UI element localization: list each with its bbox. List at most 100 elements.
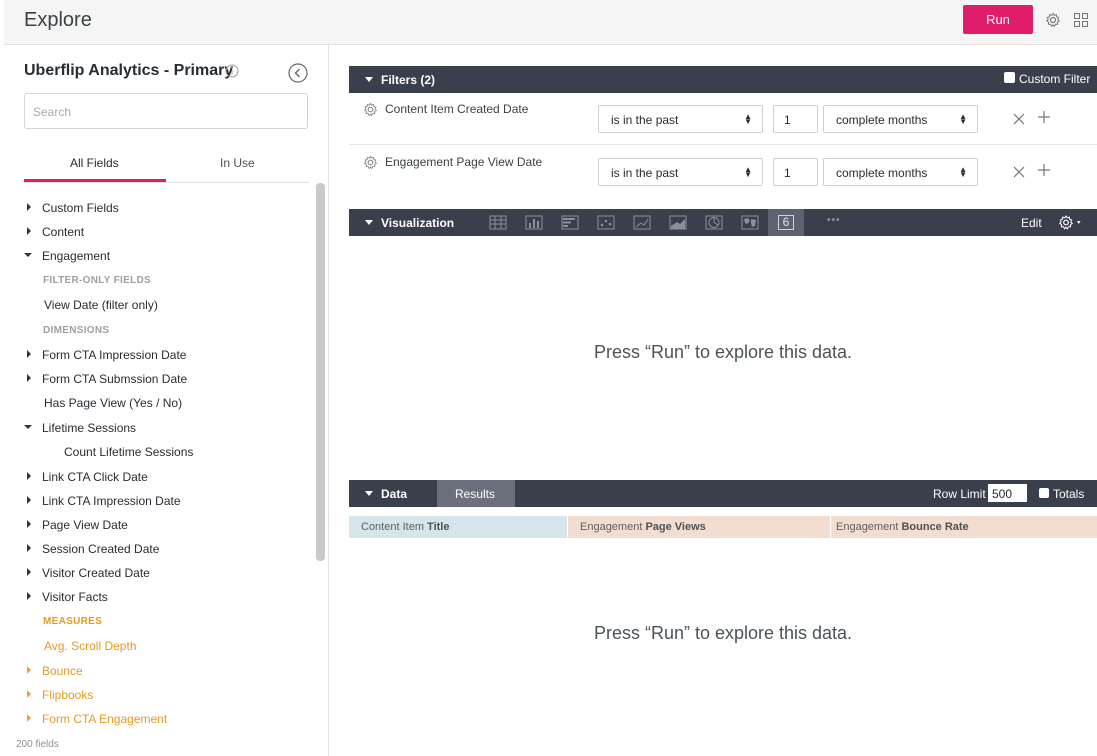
results-tab[interactable]: Results <box>437 480 515 507</box>
expand-icon <box>27 472 31 480</box>
totals-checkbox[interactable] <box>1039 488 1049 498</box>
section-measures: MEASURES <box>43 616 103 627</box>
bar-chart-icon[interactable] <box>561 215 579 230</box>
column-chart-icon[interactable] <box>525 215 543 230</box>
gear-icon[interactable] <box>363 155 378 170</box>
remove-filter-icon[interactable] <box>1012 112 1026 126</box>
expand-icon <box>27 714 31 722</box>
more-viz-icon[interactable]: ••• <box>827 215 841 226</box>
row-limit-input[interactable]: 500 <box>988 484 1027 502</box>
remove-filter-icon[interactable] <box>1012 165 1026 179</box>
field-lifetime-sessions[interactable]: Lifetime Sessions <box>42 421 136 435</box>
single-value-viz-button[interactable]: 6 <box>768 209 804 236</box>
add-filter-icon[interactable] <box>1037 110 1051 124</box>
grid-icon[interactable] <box>1073 12 1089 28</box>
filter-field-name: Content Item Created Date <box>385 102 529 116</box>
filter-number-input[interactable]: 1 <box>773 158 818 186</box>
field-session-created-date[interactable]: Session Created Date <box>42 542 159 556</box>
column-header-measure[interactable]: Engagement Page Views <box>567 516 830 538</box>
column-header-dimension[interactable]: Content Item Title <box>349 516 567 538</box>
filters-bar[interactable]: Filters (2) Custom Filter <box>349 66 1097 93</box>
field-link-cta-click-date[interactable]: Link CTA Click Date <box>42 470 148 484</box>
field-count-lifetime-sessions[interactable]: Count Lifetime Sessions <box>64 445 193 459</box>
group-flipbooks[interactable]: Flipbooks <box>42 688 93 702</box>
section-dimensions: DIMENSIONS <box>43 325 110 336</box>
viz-settings-icon[interactable] <box>1058 215 1084 230</box>
custom-filter-checkbox[interactable] <box>1004 72 1015 83</box>
filter-unit-select[interactable]: complete months ▲ ▼ <box>823 158 978 186</box>
data-tab[interactable]: Data <box>381 487 407 501</box>
area-chart-icon[interactable] <box>669 215 687 230</box>
expand-icon <box>27 544 31 552</box>
filter-unit-value: complete months <box>836 166 928 180</box>
visualization-bar[interactable]: Visualization 6 ••• Edit <box>349 209 1097 236</box>
field-form-cta-submission-date[interactable]: Form CTA Submssion Date <box>42 372 187 386</box>
gear-icon[interactable] <box>1045 12 1061 28</box>
expand-icon <box>27 350 31 358</box>
field-has-page-view[interactable]: Has Page View (Yes / No) <box>44 396 182 410</box>
collapse-icon <box>24 253 32 257</box>
field-tabs: All Fields In Use <box>24 153 309 183</box>
filter-operator-select[interactable]: is in the past ▲ ▼ <box>598 105 763 133</box>
filter-field-name: Engagement Page View Date <box>385 155 543 169</box>
filter-operator-select[interactable]: is in the past ▲ ▼ <box>598 158 763 186</box>
collapse-icon[interactable] <box>365 491 373 496</box>
field-avg-scroll-depth[interactable]: Avg. Scroll Depth <box>44 639 137 653</box>
line-chart-icon[interactable] <box>633 215 651 230</box>
column-header-measure[interactable]: Engagement Bounce Rate <box>830 516 1097 538</box>
tab-all-fields[interactable]: All Fields <box>70 156 119 170</box>
collapse-sidebar-icon[interactable] <box>288 63 308 83</box>
field-link-cta-impression-date[interactable]: Link CTA Impression Date <box>42 494 181 508</box>
view-custom-fields[interactable]: Custom Fields <box>42 201 119 215</box>
field-visitor-created-date[interactable]: Visitor Created Date <box>42 566 150 580</box>
top-bar: Explore Run <box>4 0 1097 45</box>
expand-icon <box>27 227 31 235</box>
tab-in-use[interactable]: In Use <box>220 156 255 170</box>
collapse-icon[interactable] <box>365 220 373 225</box>
add-filter-icon[interactable] <box>1037 163 1051 177</box>
model-name: Uberflip Analytics - Primary <box>24 62 234 79</box>
data-bar[interactable]: Data Results Row Limit 500 Totals <box>349 480 1097 507</box>
run-button[interactable]: Run <box>963 5 1033 34</box>
select-arrows-icon: ▲ ▼ <box>959 112 967 126</box>
expand-icon <box>27 690 31 698</box>
view-content[interactable]: Content <box>42 225 84 239</box>
filter-operator-value: is in the past <box>611 166 679 180</box>
filter-number-input[interactable]: 1 <box>773 105 818 133</box>
section-filter-only: FILTER-ONLY FIELDS <box>43 275 151 286</box>
scatter-chart-icon[interactable] <box>597 215 615 230</box>
info-icon[interactable] <box>225 64 239 78</box>
field-list-scrollbar[interactable] <box>316 183 325 561</box>
active-tab-indicator <box>24 179 166 182</box>
collapse-icon[interactable] <box>365 77 373 82</box>
pie-chart-icon[interactable] <box>705 215 723 230</box>
expand-icon <box>27 568 31 576</box>
expand-icon <box>27 496 31 504</box>
group-form-cta-engagement[interactable]: Form CTA Engagement <box>42 712 167 726</box>
expand-icon <box>27 520 31 528</box>
gear-icon[interactable] <box>363 102 378 117</box>
filter-unit-select[interactable]: complete months ▲ ▼ <box>823 105 978 133</box>
field-visitor-facts[interactable]: Visitor Facts <box>42 590 108 604</box>
field-page-view-date[interactable]: Page View Date <box>42 518 128 532</box>
group-bounce[interactable]: Bounce <box>42 664 83 678</box>
field-view-date[interactable]: View Date (filter only) <box>44 298 158 312</box>
column-field-name: Bounce Rate <box>901 521 969 533</box>
totals-label: Totals <box>1053 487 1085 501</box>
expand-icon <box>27 203 31 211</box>
filter-row: Engagement Page View Date is in the past… <box>349 146 1097 198</box>
field-search-input[interactable]: Search <box>24 93 308 129</box>
expand-icon <box>27 374 31 382</box>
field-form-cta-impression-date[interactable]: Form CTA Impression Date <box>42 348 186 362</box>
custom-filter-label: Custom Filter <box>1019 72 1091 86</box>
results-tab-label: Results <box>455 487 496 501</box>
filters-title: Filters (2) <box>381 73 436 87</box>
single-value-icon: 6 <box>778 215 794 230</box>
filter-row: Content Item Created Date is in the past… <box>349 93 1097 145</box>
edit-viz-button[interactable]: Edit <box>1021 216 1042 230</box>
select-arrows-icon: ▲ ▼ <box>744 165 752 179</box>
column-view-name: Content Item <box>361 521 428 533</box>
view-engagement[interactable]: Engagement <box>42 249 110 263</box>
table-viz-icon[interactable] <box>489 215 507 230</box>
map-icon[interactable] <box>741 215 759 230</box>
